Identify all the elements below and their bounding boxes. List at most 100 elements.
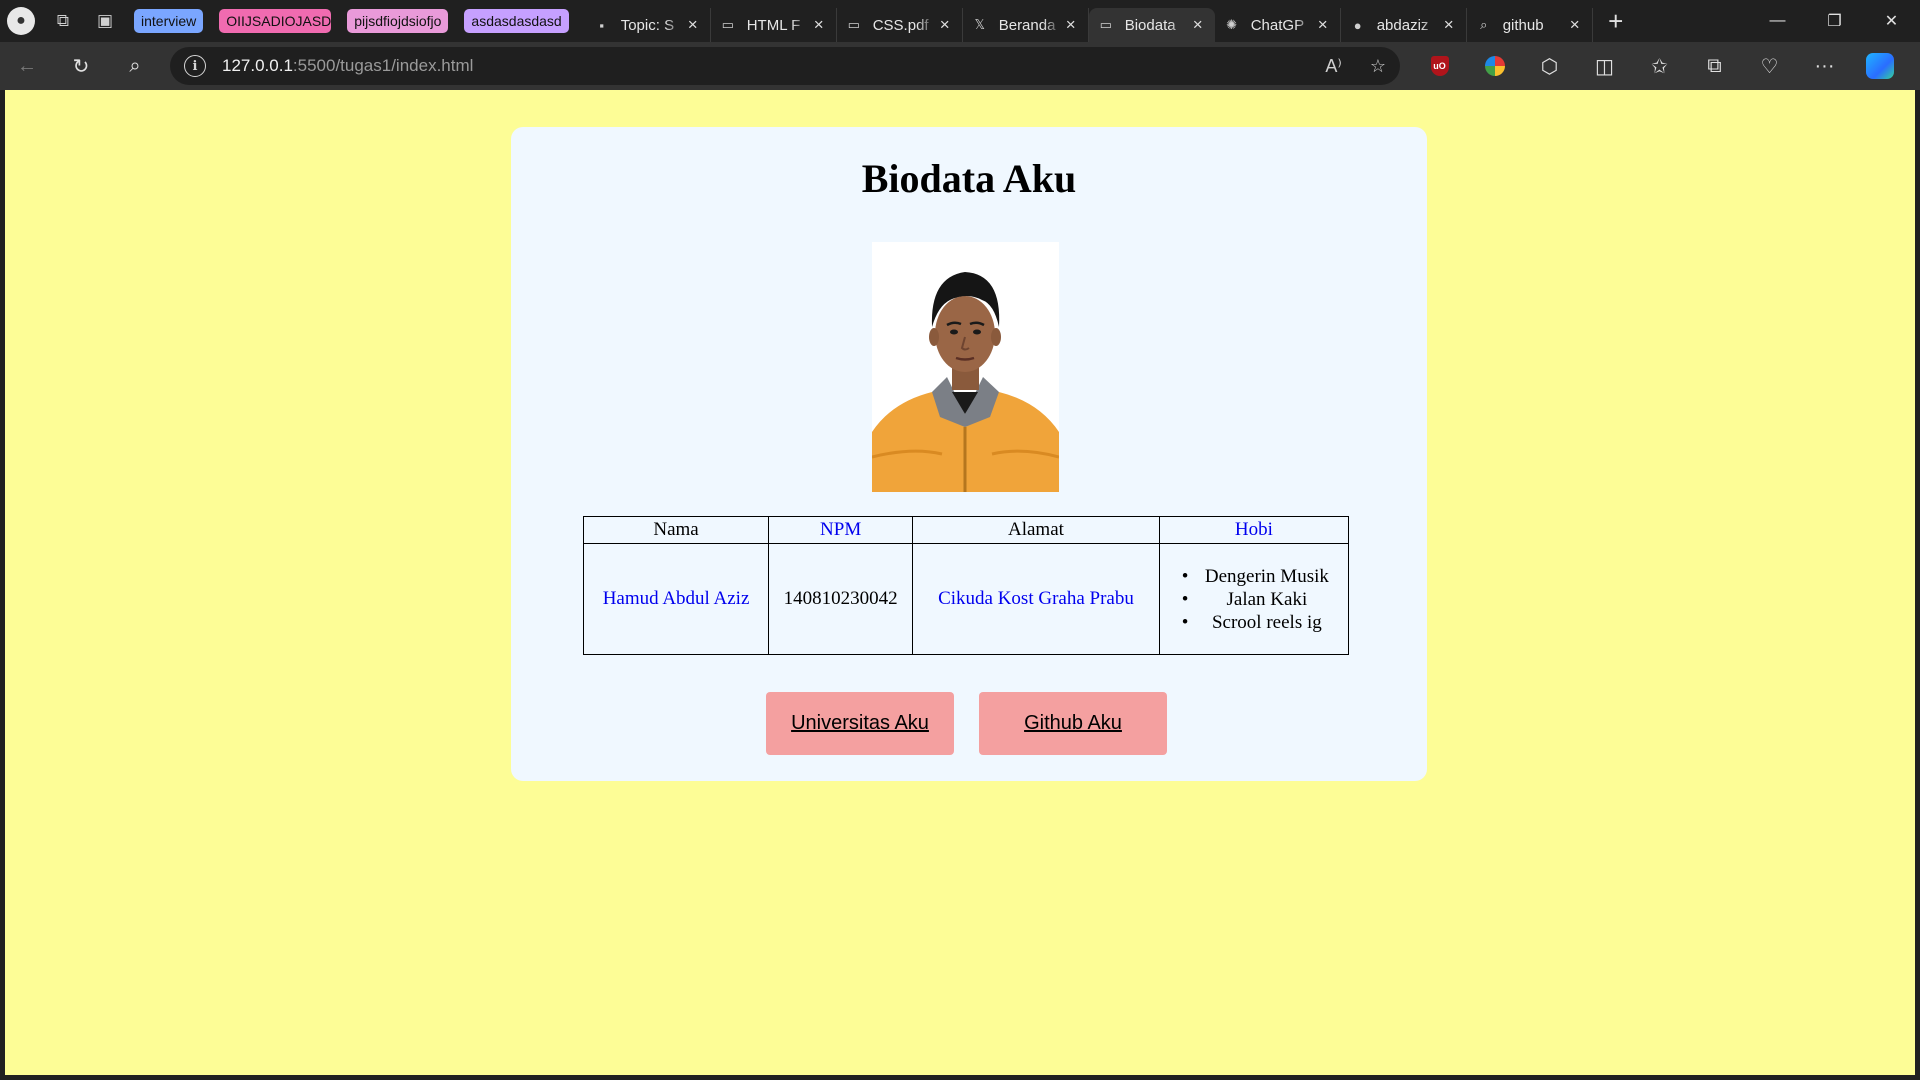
back-arrow-icon: ← xyxy=(17,54,37,77)
browser-tab[interactable]: 𝕏 Beranda × xyxy=(963,8,1089,42)
document-icon: ▭ xyxy=(1099,17,1112,32)
favorite-star-icon[interactable]: ☆ xyxy=(1370,56,1386,77)
favorites-button[interactable]: ✩ xyxy=(1632,46,1687,86)
tab-title: github xyxy=(1502,16,1544,34)
close-tab-icon[interactable]: × xyxy=(1314,15,1332,35)
person-portrait-icon xyxy=(872,242,1059,492)
tab-title: ChatGP xyxy=(1250,16,1305,34)
split-screen-icon: ◫ xyxy=(1595,55,1614,78)
close-tab-icon[interactable]: × xyxy=(1566,15,1584,35)
browser-tab[interactable]: ⌕ github × xyxy=(1467,8,1593,42)
tab-actions-icon: ▣ xyxy=(96,11,114,30)
workspaces-button[interactable]: ⧉ xyxy=(42,0,84,42)
profile-photo xyxy=(872,242,1059,492)
cell-alamat: Cikuda Kost Graha Prabu xyxy=(912,543,1160,655)
link-buttons: Universitas Aku Github Aku xyxy=(766,692,1167,755)
copilot-icon xyxy=(1865,53,1894,79)
new-tab-button[interactable]: + xyxy=(1593,0,1639,42)
table-header-row: Nama NPM Alamat Hobi xyxy=(582,516,1350,544)
address-bar[interactable]: i 127.0.0.1:5500/tugas1/index.html A⁾ ☆ xyxy=(170,47,1400,85)
hobi-item: Scrool reels ig xyxy=(1182,611,1348,634)
header-hobi: Hobi xyxy=(1158,516,1350,544)
browser-tab[interactable]: ▭ CSS.pdf × xyxy=(837,8,963,42)
close-tab-icon[interactable]: × xyxy=(684,15,702,35)
search-button[interactable]: ⌕ xyxy=(108,46,162,86)
table-row: Hamud Abdul Aziz 140810230042 Cikuda Kos… xyxy=(582,543,1350,655)
hobi-item: Dengerin Musik xyxy=(1182,565,1348,588)
colorful-extension-icon xyxy=(1484,56,1505,76)
close-window-button[interactable]: ✕ xyxy=(1863,0,1920,42)
extensions-button[interactable]: ⬡ xyxy=(1522,46,1577,86)
collections-icon: ⧉ xyxy=(1707,54,1722,77)
cell-npm: 140810230042 xyxy=(768,543,914,655)
url-host: 127.0.0.1 xyxy=(222,56,293,75)
copilot-button[interactable] xyxy=(1852,46,1907,86)
tab-group-2[interactable]: OIIJSADIOJASD xyxy=(219,9,332,33)
header-npm: NPM xyxy=(768,516,914,544)
close-tab-icon[interactable]: × xyxy=(1062,15,1080,35)
x-logo-icon: 𝕏 xyxy=(974,17,985,32)
puzzle-icon: ⬡ xyxy=(1540,55,1559,78)
hobi-item: Jalan Kaki xyxy=(1182,588,1348,611)
tab-group-4[interactable]: asdasdasdasd xyxy=(464,9,569,33)
tab-list: ▪ Topic: S × ▭ HTML F × ▭ CSS.pdf × 𝕏 Beranda × ▭ Bio… xyxy=(585,0,1593,42)
profile-button[interactable]: ● xyxy=(0,0,42,42)
live-icon: ▪ xyxy=(599,17,605,33)
page-title: Biodata Aku xyxy=(861,156,1077,201)
color-extension-button[interactable] xyxy=(1467,46,1522,86)
browser-tab[interactable]: ▪ Topic: S × xyxy=(585,8,711,42)
favorites-icon: ✩ xyxy=(1651,55,1668,78)
restore-button[interactable]: ❐ xyxy=(1806,0,1863,42)
more-options-icon: ··· xyxy=(1814,54,1835,77)
tab-groups: interview OIIJSADIOJASD pijsdfiojdsiofjo… xyxy=(134,9,585,33)
tab-group-3[interactable]: pijsdfiojdsiofjo xyxy=(347,9,449,33)
browser-essentials-button[interactable]: ♡ xyxy=(1742,46,1797,86)
tab-group-interview[interactable]: interview xyxy=(134,9,204,33)
minimize-button[interactable]: — xyxy=(1749,0,1806,42)
biodata-card: Biodata Aku Nama NPM Alamat Hobi Hamud A… xyxy=(511,127,1427,781)
read-aloud-icon[interactable]: A⁾ xyxy=(1325,56,1341,77)
close-tab-icon[interactable]: × xyxy=(1440,15,1458,35)
profile-icon: ● xyxy=(7,7,35,35)
document-icon: ▭ xyxy=(721,17,734,32)
refresh-button[interactable]: ↻ xyxy=(54,46,108,86)
close-tab-icon[interactable]: × xyxy=(810,15,828,35)
browser-tab[interactable]: ✺ ChatGP × xyxy=(1215,8,1341,42)
url-text[interactable]: 127.0.0.1:5500/tugas1/index.html xyxy=(222,56,1325,76)
universitas-button[interactable]: Universitas Aku xyxy=(766,692,954,755)
tab-title: abdaziz xyxy=(1376,16,1429,34)
biodata-table: Nama NPM Alamat Hobi Hamud Abdul Aziz 14… xyxy=(582,516,1350,655)
split-screen-button[interactable]: ◫ xyxy=(1577,46,1632,86)
document-icon: ▭ xyxy=(847,17,860,32)
tab-title: Biodata xyxy=(1124,16,1176,34)
back-button[interactable]: ← xyxy=(0,46,54,86)
tab-title: Beranda xyxy=(998,16,1056,34)
settings-menu-button[interactable]: ··· xyxy=(1797,46,1852,86)
cell-nama: Hamud Abdul Aziz xyxy=(582,543,770,655)
chatgpt-icon: ✺ xyxy=(1226,17,1238,32)
site-info-icon[interactable]: i xyxy=(184,55,206,77)
collections-button[interactable]: ⧉ xyxy=(1687,46,1742,86)
tab-strip: ● ⧉ ▣ interview OIIJSADIOJASD pijsdfiojd… xyxy=(0,0,1920,42)
window-controls: — ❐ ✕ xyxy=(1749,0,1920,42)
header-nama: Nama xyxy=(582,516,770,544)
vertical-tabs-button[interactable]: ▣ xyxy=(84,0,126,42)
github-button[interactable]: Github Aku xyxy=(979,692,1167,755)
search-icon: ⌕ xyxy=(129,54,141,77)
page-viewport: Biodata Aku Nama NPM Alamat Hobi Hamud A… xyxy=(5,90,1915,1075)
browser-tab[interactable]: ● abdaziz × xyxy=(1341,8,1467,42)
tab-title: HTML F xyxy=(746,16,801,34)
workspaces-icon: ⧉ xyxy=(56,11,70,30)
cell-hobi: Dengerin Musik Jalan Kaki Scrool reels i… xyxy=(1158,543,1350,655)
browser-tab[interactable]: ▭ Biodata × xyxy=(1088,8,1215,42)
url-path: :5500/tugas1/index.html xyxy=(292,56,474,75)
browser-tab[interactable]: ▭ HTML F × xyxy=(711,8,837,42)
ublock-icon: uO xyxy=(1430,56,1449,76)
heart-pulse-icon: ♡ xyxy=(1760,55,1779,78)
close-tab-icon[interactable]: × xyxy=(936,15,954,35)
ublock-extension-button[interactable]: uO xyxy=(1412,46,1467,86)
header-alamat: Alamat xyxy=(912,516,1160,544)
search-icon: ⌕ xyxy=(1480,17,1488,32)
close-tab-icon[interactable]: × xyxy=(1189,15,1207,35)
extensions-area: uO ⬡ ◫ ✩ ⧉ ♡ ··· xyxy=(1412,46,1907,86)
